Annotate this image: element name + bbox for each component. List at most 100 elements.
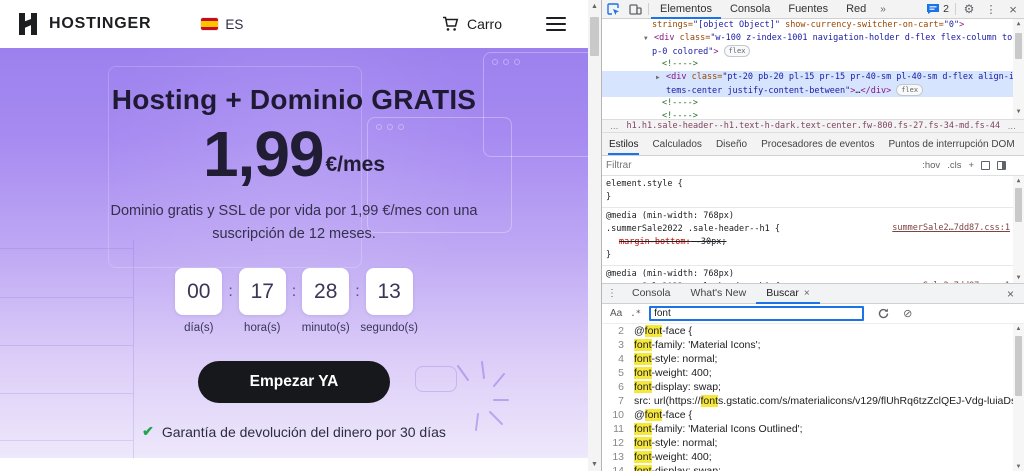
tab-fuentes[interactable]: Fuentes bbox=[779, 0, 837, 19]
breadcrumb-overflow[interactable]: … bbox=[602, 121, 627, 131]
dom-node-nav-div[interactable]: ▼<div class="w-100 z-index-1001 navigati… bbox=[602, 32, 1024, 45]
scroll-down-arrow[interactable]: ▼ bbox=[1013, 462, 1024, 471]
elements-scrollbar[interactable]: ▲ ▼ bbox=[1013, 19, 1024, 119]
breadcrumb-overflow[interactable]: … bbox=[1000, 121, 1024, 131]
cart-button[interactable]: Carro bbox=[442, 16, 502, 32]
countdown-minutes: 28 minuto(s) bbox=[302, 268, 349, 334]
tab-estilos[interactable]: Estilos bbox=[602, 139, 645, 155]
dom-comment-node[interactable]: <!----> bbox=[602, 97, 1024, 110]
styles-filter-input[interactable] bbox=[606, 160, 922, 171]
dom-node-selected[interactable]: ▶<div class="pt-20 pb-20 pl-15 pr-15 pr-… bbox=[602, 71, 1024, 84]
match-case-toggle[interactable]: Aa bbox=[610, 308, 622, 319]
search-result-row[interactable]: 13font-weight: 400; bbox=[602, 450, 1024, 464]
search-result-row[interactable]: 6font-display: swap; bbox=[602, 380, 1024, 394]
tab-procesadores-eventos[interactable]: Procesadores de eventos bbox=[754, 139, 881, 155]
screenshot-stage: HOSTINGER ES Carro bbox=[0, 0, 1024, 471]
collapse-arrow-icon[interactable]: ▶ bbox=[656, 71, 666, 84]
new-style-rule-button[interactable]: + bbox=[968, 160, 974, 171]
tab-consola[interactable]: Consola bbox=[721, 0, 779, 19]
toggle-element-classes[interactable]: .cls bbox=[947, 160, 961, 171]
page-scrollbar[interactable]: ▲ ▼ bbox=[588, 0, 601, 471]
countdown-hours-value: 17 bbox=[239, 268, 286, 315]
more-tabs-chevron[interactable]: » bbox=[875, 4, 891, 15]
devtools-menu-icon[interactable]: ⋮ bbox=[980, 0, 1002, 18]
dom-node-selected-wrap[interactable]: tems-center justify-content-between">…</… bbox=[602, 84, 1024, 97]
search-result-row[interactable]: 7src: url(https://fonts.gstatic.com/s/ma… bbox=[602, 394, 1024, 408]
search-result-row[interactable]: 4font-style: normal; bbox=[602, 352, 1024, 366]
search-result-row[interactable]: 5font-weight: 400; bbox=[602, 366, 1024, 380]
stylesheet-source-link[interactable]: summerSale2…7dd87.css:1 bbox=[892, 223, 1010, 233]
close-tab-icon[interactable]: × bbox=[804, 288, 810, 299]
inspect-element-icon[interactable] bbox=[602, 0, 624, 18]
device-toolbar-icon[interactable] bbox=[624, 0, 646, 18]
checkmark-icon: ✔ bbox=[142, 423, 154, 440]
drawer-menu-icon[interactable]: ⋮ bbox=[602, 288, 622, 299]
search-result-row[interactable]: 11font-family: 'Material Icons Outlined'… bbox=[602, 422, 1024, 436]
countdown-colon: : bbox=[292, 268, 296, 315]
styles-scrollbar[interactable]: ▲ ▼ bbox=[1013, 176, 1024, 283]
cta-button[interactable]: Empezar YA bbox=[198, 361, 391, 403]
tab-red[interactable]: Red bbox=[837, 0, 875, 19]
regex-toggle[interactable]: .* bbox=[630, 309, 641, 319]
scroll-up-arrow[interactable]: ▲ bbox=[1013, 324, 1024, 334]
scroll-up-arrow[interactable]: ▲ bbox=[588, 0, 601, 13]
flex-badge[interactable]: flex bbox=[896, 84, 923, 96]
hero-description-line1: Dominio gratis y SSL de por vida por 1,9… bbox=[0, 200, 588, 223]
settings-gear-icon[interactable]: ⚙ bbox=[958, 0, 980, 18]
breadcrumb-node[interactable]: h1.h1.sale-header--h1.text-h-dark.text-c… bbox=[627, 121, 1000, 131]
results-scrollbar[interactable]: ▲ ▼ bbox=[1013, 324, 1024, 471]
language-selector[interactable]: ES bbox=[201, 17, 243, 32]
price: 1,99 €/mes bbox=[0, 122, 588, 186]
element-style-rule[interactable]: element.style { } bbox=[602, 176, 1024, 208]
issues-counter[interactable]: 2 bbox=[922, 3, 953, 15]
hostinger-logo[interactable]: HOSTINGER bbox=[16, 12, 151, 36]
dom-comment-node[interactable]: <!----> bbox=[602, 110, 1024, 119]
search-input[interactable] bbox=[649, 306, 864, 321]
css-rule-overridden[interactable]: @media (min-width: 768px) .summerSale202… bbox=[602, 208, 1024, 266]
search-toolbar: Aa .* ⊘ bbox=[602, 304, 1024, 324]
drawer-tab-buscar[interactable]: Buscar× bbox=[756, 284, 820, 304]
scroll-up-arrow[interactable]: ▲ bbox=[1013, 176, 1024, 186]
hamburger-menu-icon[interactable] bbox=[546, 17, 566, 31]
scrollbar-thumb[interactable] bbox=[1015, 336, 1022, 396]
css-rule[interactable]: @media (min-width: 768px) .summerSale202… bbox=[602, 266, 1024, 283]
countdown-seconds-label: segundo(s) bbox=[360, 322, 418, 334]
expand-arrow-icon[interactable]: ▼ bbox=[644, 32, 654, 45]
rendering-emulation-icon[interactable] bbox=[981, 161, 990, 170]
scroll-down-arrow[interactable]: ▼ bbox=[1013, 107, 1024, 117]
clear-search-icon[interactable]: ⊘ bbox=[903, 307, 912, 320]
search-result-row[interactable]: 2@font-face { bbox=[602, 324, 1024, 338]
scrollbar-thumb[interactable] bbox=[1015, 188, 1022, 222]
search-result-row[interactable]: 3font-family: 'Material Icons'; bbox=[602, 338, 1024, 352]
tab-calculados[interactable]: Calculados bbox=[645, 139, 708, 155]
countdown-colon: : bbox=[228, 268, 232, 315]
drawer-close-icon[interactable]: × bbox=[997, 287, 1024, 301]
scroll-down-arrow[interactable]: ▼ bbox=[588, 458, 601, 471]
search-result-row[interactable]: 14font-display: swap; bbox=[602, 464, 1024, 471]
devtools-close-icon[interactable]: × bbox=[1002, 0, 1024, 18]
countdown-minutes-label: minuto(s) bbox=[302, 322, 350, 334]
tab-diseno[interactable]: Diseño bbox=[709, 139, 754, 155]
countdown-seconds-value: 13 bbox=[366, 268, 413, 315]
scrollbar-thumb[interactable] bbox=[1015, 33, 1022, 59]
cart-label: Carro bbox=[467, 16, 502, 32]
drawer-tab-whats-new[interactable]: What's New bbox=[681, 284, 757, 304]
drawer-tab-consola[interactable]: Consola bbox=[622, 284, 681, 304]
refresh-search-icon[interactable] bbox=[878, 308, 889, 319]
dom-comment-node[interactable]: <!----> bbox=[602, 58, 1024, 71]
flex-badge[interactable]: flex bbox=[724, 45, 751, 57]
scroll-down-arrow[interactable]: ▼ bbox=[1013, 273, 1024, 283]
toggle-hover-state[interactable]: :hov bbox=[922, 160, 940, 171]
hostinger-logo-icon bbox=[16, 12, 40, 36]
hero-description: Dominio gratis y SSL de por vida por 1,9… bbox=[0, 200, 588, 246]
tab-elementos[interactable]: Elementos bbox=[651, 0, 721, 19]
toggle-sidebar-icon[interactable] bbox=[997, 161, 1006, 170]
search-result-row[interactable]: 10@font-face { bbox=[602, 408, 1024, 422]
scroll-up-arrow[interactable]: ▲ bbox=[1013, 19, 1024, 29]
tab-puntos-interrupcion-dom[interactable]: Puntos de interrupción DOM bbox=[881, 139, 1021, 155]
search-result-row[interactable]: 12font-style: normal; bbox=[602, 436, 1024, 450]
dom-node-attributes[interactable]: strings="[object Object]" show-currency-… bbox=[602, 19, 1024, 32]
css-property-overridden[interactable]: margin-bottom: -30px; bbox=[606, 236, 1020, 249]
dom-node-nav-div-wrap[interactable]: p-0 colored">flex bbox=[602, 45, 1024, 58]
scrollbar-thumb[interactable] bbox=[590, 17, 599, 56]
